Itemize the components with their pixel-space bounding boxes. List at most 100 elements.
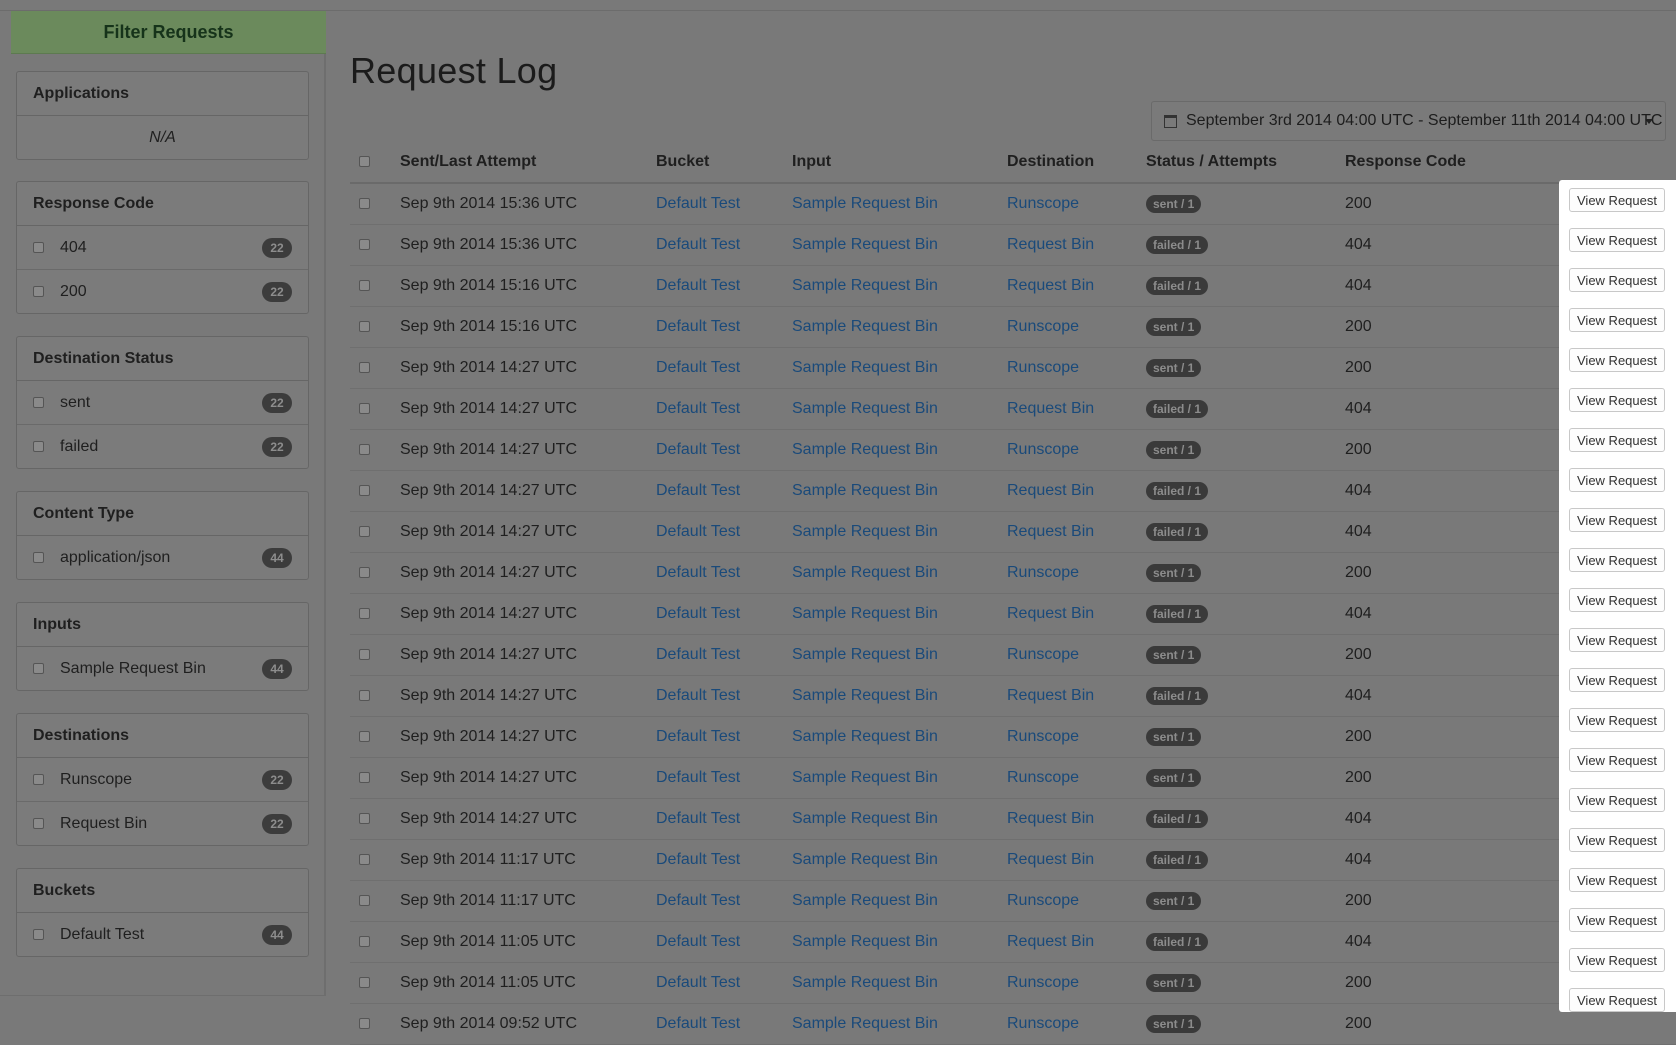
column-header-destination[interactable]: Destination [1007, 153, 1094, 171]
view-request-button[interactable]: View Request [1569, 868, 1665, 892]
destination-link[interactable]: Request Bin [1007, 236, 1094, 254]
view-request-button[interactable]: View Request [1569, 988, 1665, 1012]
view-request-button[interactable]: View Request [1569, 188, 1665, 212]
view-request-button[interactable]: View Request [1569, 828, 1665, 852]
filter-checkbox[interactable] [33, 286, 44, 297]
input-link[interactable]: Sample Request Bin [792, 523, 938, 541]
filter-option-sent[interactable]: sent 22 [17, 381, 308, 425]
bucket-link[interactable]: Default Test [656, 892, 740, 910]
destination-link[interactable]: Request Bin [1007, 277, 1094, 295]
bucket-link[interactable]: Default Test [656, 769, 740, 787]
input-link[interactable]: Sample Request Bin [792, 646, 938, 664]
row-checkbox[interactable] [359, 772, 370, 783]
row-checkbox[interactable] [359, 321, 370, 332]
filter-option-request-bin[interactable]: Request Bin 22 [17, 802, 308, 845]
bucket-link[interactable]: Default Test [656, 482, 740, 500]
bucket-link[interactable]: Default Test [656, 851, 740, 869]
filter-option-default-test[interactable]: Default Test 44 [17, 913, 308, 956]
row-checkbox[interactable] [359, 936, 370, 947]
filter-checkbox[interactable] [33, 441, 44, 452]
view-request-button[interactable]: View Request [1569, 228, 1665, 252]
input-link[interactable]: Sample Request Bin [792, 564, 938, 582]
date-range-picker[interactable]: September 3rd 2014 04:00 UTC - September… [1151, 101, 1666, 141]
filter-option-sample-request-bin[interactable]: Sample Request Bin 44 [17, 647, 308, 690]
input-link[interactable]: Sample Request Bin [792, 605, 938, 623]
input-link[interactable]: Sample Request Bin [792, 933, 938, 951]
row-checkbox[interactable] [359, 567, 370, 578]
view-request-button[interactable]: View Request [1569, 788, 1665, 812]
input-link[interactable]: Sample Request Bin [792, 769, 938, 787]
view-request-button[interactable]: View Request [1569, 908, 1665, 932]
destination-link[interactable]: Request Bin [1007, 523, 1094, 541]
bucket-link[interactable]: Default Test [656, 646, 740, 664]
destination-link[interactable]: Runscope [1007, 974, 1079, 992]
bucket-link[interactable]: Default Test [656, 605, 740, 623]
row-checkbox[interactable] [359, 526, 370, 537]
row-checkbox[interactable] [359, 813, 370, 824]
select-all-checkbox[interactable] [359, 156, 370, 167]
destination-link[interactable]: Runscope [1007, 564, 1079, 582]
row-checkbox[interactable] [359, 444, 370, 455]
input-link[interactable]: Sample Request Bin [792, 400, 938, 418]
filter-checkbox[interactable] [33, 397, 44, 408]
input-link[interactable]: Sample Request Bin [792, 810, 938, 828]
view-request-button[interactable]: View Request [1569, 628, 1665, 652]
bucket-link[interactable]: Default Test [656, 441, 740, 459]
view-request-button[interactable]: View Request [1569, 348, 1665, 372]
destination-link[interactable]: Request Bin [1007, 933, 1094, 951]
destination-link[interactable]: Runscope [1007, 318, 1079, 336]
row-checkbox[interactable] [359, 403, 370, 414]
input-link[interactable]: Sample Request Bin [792, 687, 938, 705]
row-checkbox[interactable] [359, 854, 370, 865]
column-header-status[interactable]: Status / Attempts [1146, 153, 1277, 171]
destination-link[interactable]: Request Bin [1007, 400, 1094, 418]
destination-link[interactable]: Request Bin [1007, 810, 1094, 828]
destination-link[interactable]: Runscope [1007, 441, 1079, 459]
row-checkbox[interactable] [359, 362, 370, 373]
bucket-link[interactable]: Default Test [656, 236, 740, 254]
input-link[interactable]: Sample Request Bin [792, 441, 938, 459]
filter-option-runscope[interactable]: Runscope 22 [17, 758, 308, 802]
column-header-input[interactable]: Input [792, 153, 831, 171]
bucket-link[interactable]: Default Test [656, 523, 740, 541]
filter-checkbox[interactable] [33, 818, 44, 829]
destination-link[interactable]: Request Bin [1007, 482, 1094, 500]
bucket-link[interactable]: Default Test [656, 359, 740, 377]
destination-link[interactable]: Runscope [1007, 728, 1079, 746]
filter-option-200[interactable]: 200 22 [17, 270, 308, 313]
filter-checkbox[interactable] [33, 774, 44, 785]
view-request-button[interactable]: View Request [1569, 508, 1665, 532]
row-checkbox[interactable] [359, 690, 370, 701]
column-header-bucket[interactable]: Bucket [656, 153, 709, 171]
destination-link[interactable]: Runscope [1007, 646, 1079, 664]
input-link[interactable]: Sample Request Bin [792, 851, 938, 869]
input-link[interactable]: Sample Request Bin [792, 728, 938, 746]
view-request-button[interactable]: View Request [1569, 948, 1665, 972]
filter-option-failed[interactable]: failed 22 [17, 425, 308, 468]
view-request-button[interactable]: View Request [1569, 548, 1665, 572]
row-checkbox[interactable] [359, 239, 370, 250]
destination-link[interactable]: Runscope [1007, 1015, 1079, 1033]
view-request-button[interactable]: View Request [1569, 428, 1665, 452]
bucket-link[interactable]: Default Test [656, 810, 740, 828]
destination-link[interactable]: Request Bin [1007, 851, 1094, 869]
input-link[interactable]: Sample Request Bin [792, 974, 938, 992]
input-link[interactable]: Sample Request Bin [792, 482, 938, 500]
filter-checkbox[interactable] [33, 242, 44, 253]
column-header-sent[interactable]: Sent/Last Attempt [400, 153, 536, 171]
bucket-link[interactable]: Default Test [656, 728, 740, 746]
view-request-button[interactable]: View Request [1569, 468, 1665, 492]
column-header-response-code[interactable]: Response Code [1345, 153, 1466, 171]
view-request-button[interactable]: View Request [1569, 708, 1665, 732]
destination-link[interactable]: Runscope [1007, 359, 1079, 377]
destination-link[interactable]: Request Bin [1007, 605, 1094, 623]
input-link[interactable]: Sample Request Bin [792, 195, 938, 213]
input-link[interactable]: Sample Request Bin [792, 1015, 938, 1033]
destination-link[interactable]: Request Bin [1007, 687, 1094, 705]
destination-link[interactable]: Runscope [1007, 195, 1079, 213]
view-request-button[interactable]: View Request [1569, 748, 1665, 772]
view-request-button[interactable]: View Request [1569, 588, 1665, 612]
destination-link[interactable]: Runscope [1007, 769, 1079, 787]
row-checkbox[interactable] [359, 280, 370, 291]
bucket-link[interactable]: Default Test [656, 564, 740, 582]
